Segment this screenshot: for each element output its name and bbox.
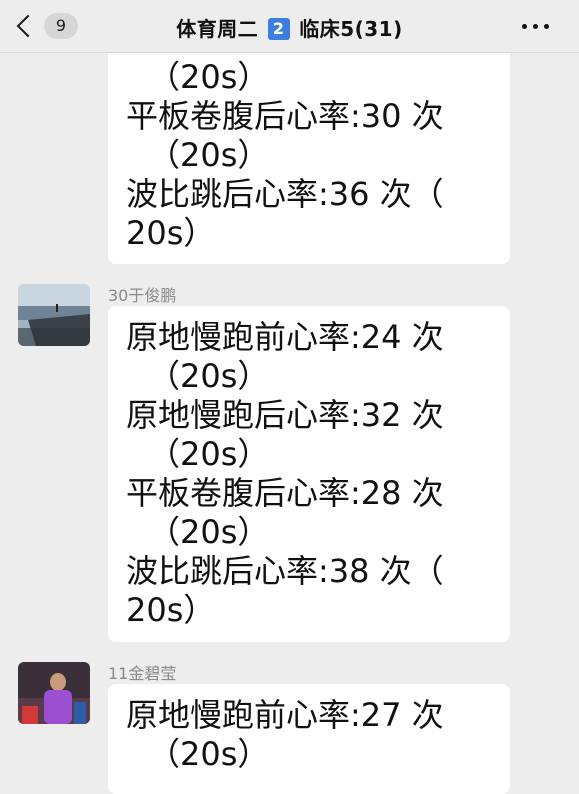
sender-name: 11金碧莹 — [108, 664, 177, 683]
person-photo-icon — [18, 662, 90, 724]
avatar[interactable] — [18, 662, 90, 724]
more-dot-icon — [522, 24, 527, 29]
lakeside-photo-icon — [18, 284, 90, 346]
more-dot-icon — [544, 24, 549, 29]
chat-title-prefix: 体育周二 — [176, 17, 259, 41]
chat-title: 体育周二 2 临床5(31) — [0, 13, 579, 42]
message-line: 平板卷腹后心率:30 次 — [126, 97, 444, 135]
message-line: （20s） — [148, 435, 270, 473]
message-line: 波比跳后心率:36 次（ — [126, 175, 444, 213]
message-line: （20s） — [148, 357, 270, 395]
chat-header: 9 体育周二 2 临床5(31) — [0, 0, 579, 53]
message-line: （20s） — [148, 58, 270, 96]
message-line: （20s） — [148, 513, 270, 551]
message-line: （20s） — [148, 136, 270, 174]
message-line: 20s） — [126, 591, 216, 629]
chat-title-number-box: 2 — [267, 18, 290, 40]
more-dot-icon — [533, 24, 538, 29]
chat-title-suffix: 临床5(31) — [299, 17, 403, 41]
more-options-button[interactable] — [522, 24, 549, 29]
message-line: 波比跳后心率:38 次（ — [126, 552, 444, 590]
message-bubble[interactable]: 原地慢跑前心率:24 次 （20s） 原地慢跑后心率:32 次 （20s） 平板… — [108, 306, 510, 642]
sender-name: 30于俊鹏 — [108, 286, 177, 305]
message-bubble[interactable]: （20s） 平板卷腹后心率:30 次 （20s） 波比跳后心率:36 次（ 20… — [108, 20, 510, 264]
message-line: 平板卷腹后心率:28 次 — [126, 474, 444, 512]
message-line: 原地慢跑前心率:27 次 — [126, 696, 444, 734]
message-line: 20s） — [126, 214, 216, 252]
message-line: 原地慢跑前心率:24 次 — [126, 318, 444, 356]
message-line: 原地慢跑后心率:32 次 — [126, 396, 444, 434]
avatar[interactable] — [18, 284, 90, 346]
message-line: （20s） — [148, 735, 270, 773]
